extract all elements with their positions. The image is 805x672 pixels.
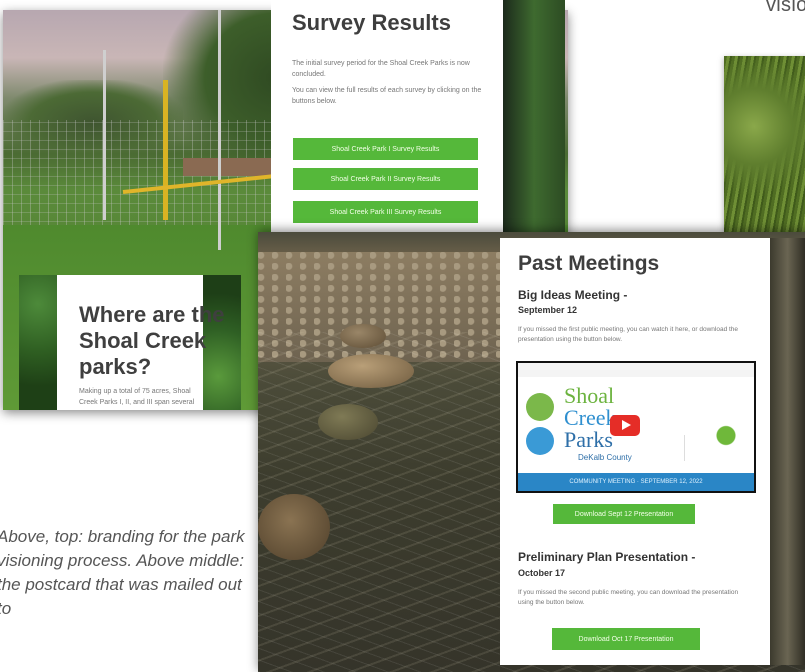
grass-photo [724,56,805,232]
light-pole [218,10,221,250]
survey-paragraph: You can view the full results of each su… [292,87,482,105]
survey-park-2-button[interactable]: Shoal Creek Park II Survey Results [293,168,478,190]
logo-text-shoal: Shoal [564,383,615,408]
meeting-2-heading: Preliminary Plan Presentation - [518,550,696,564]
meeting-video-player[interactable]: Shoal Creek Parks DeKalb County COMMUNIT… [516,361,756,493]
meeting-2-date: October 17 [518,568,566,578]
meeting-2-text: If you missed the second public meeting,… [518,589,739,606]
play-icon[interactable] [610,415,640,436]
where-card-body: Making up a total of 75 acres, Shoal Cre… [79,388,195,406]
leaf-logo-icon [526,393,554,421]
survey-park-3-button[interactable]: Shoal Creek Park III Survey Results [293,201,478,223]
forest-photo-strip [503,0,565,236]
leaf-image [19,275,57,410]
figure-caption: Above, top: branding for the park vision… [0,527,245,618]
logo-text-parks: Parks [564,427,613,452]
light-pole [103,50,106,220]
rock [318,404,378,440]
frog-logo-icon [526,427,554,455]
rock [328,354,414,388]
logo-text-county: DeKalb County [578,453,632,462]
meeting-1-date: September 12 [518,305,578,315]
download-sept-12-button[interactable]: Download Sept 12 Presentation [553,504,695,524]
logo-text-creek: Creek [564,405,617,430]
survey-park-1-button[interactable]: Shoal Creek Park I Survey Results [293,138,478,160]
meeting-1-heading: Big Ideas Meeting - [518,288,628,302]
video-banner: COMMUNITY MEETING · SEPTEMBER 12, 2022 [518,473,754,491]
survey-title: Survey Results [292,10,451,35]
past-meetings-title: Past Meetings [518,252,660,275]
creek-photo-strip [770,238,805,665]
tree-logo-icon [714,425,738,455]
meeting-1-text: If you missed the first public meeting, … [518,326,739,343]
video-top-bar [518,363,754,377]
survey-results-card: Survey Results The initial survey period… [271,0,503,236]
download-oct-17-button[interactable]: Download Oct 17 Presentation [552,628,700,650]
caption-fragment: visionin [766,0,805,16]
where-are-parks-card: Where are the Shoal Creek parks? Making … [19,275,241,410]
survey-paragraph: The initial survey period for the Shoal … [292,60,470,78]
partner-logo [684,435,709,461]
past-meetings-panel: Past Meetings Big Ideas Meeting - Septem… [500,238,770,665]
rock [340,324,386,348]
foul-pole [163,80,168,220]
where-card-title: Where are the Shoal Creek parks? [79,302,225,379]
rock [258,494,330,560]
